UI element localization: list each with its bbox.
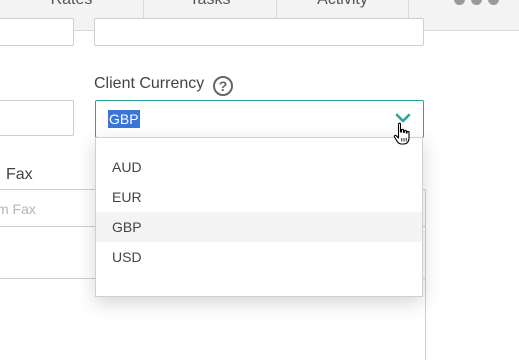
more-options-icon[interactable] <box>454 0 500 6</box>
tab-activity-label: Activity <box>277 0 408 9</box>
client-form-page: Rates Tasks Activity Fax m Fax Client Cu… <box>0 0 519 360</box>
question-circle-icon[interactable]: ? <box>213 76 233 96</box>
client-currency-label: Client Currency <box>94 75 205 92</box>
fax-placeholder: m Fax <box>0 201 36 217</box>
top-left-field[interactable] <box>0 18 74 46</box>
currency-option-gbp[interactable]: GBP <box>96 212 422 242</box>
currency-option-label: AUD <box>112 159 142 175</box>
currency-option-aud[interactable]: AUD <box>96 152 422 182</box>
currency-option-label: USD <box>112 249 142 265</box>
selected-currency: GBP <box>108 110 140 128</box>
currency-option-usd[interactable]: USD <box>96 242 422 272</box>
top-right-field[interactable] <box>94 18 424 46</box>
fax-label: Fax <box>6 166 33 183</box>
currency-option-label: GBP <box>112 219 142 235</box>
hand-pointer-icon <box>393 122 410 145</box>
left-input-field[interactable] <box>0 100 74 136</box>
tab-tasks-label: Tasks <box>144 0 276 9</box>
client-currency-select[interactable]: GBP <box>95 100 424 138</box>
currency-option-label: EUR <box>112 189 142 205</box>
tab-rates-label: Rates <box>0 0 143 9</box>
currency-option-eur[interactable]: EUR <box>96 182 422 212</box>
currency-dropdown: AUD EUR GBP USD <box>95 137 423 297</box>
